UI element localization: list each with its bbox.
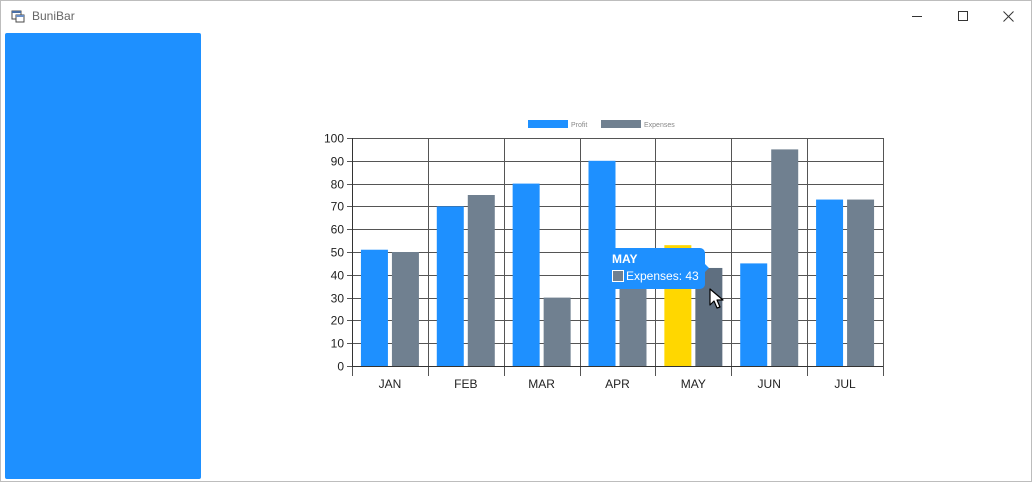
x-tick-label: JAN [379, 377, 402, 391]
legend-swatch-profit[interactable] [528, 120, 568, 128]
bar-profit-feb[interactable] [436, 206, 464, 366]
tooltip-title: MAY [612, 252, 638, 266]
bar-expenses-feb[interactable] [467, 195, 495, 366]
y-axis-ticks: 0 10 20 30 40 50 60 70 80 90 100 [324, 132, 352, 374]
tooltip-swatch [612, 270, 624, 282]
y-tick-label: 40 [331, 269, 345, 283]
y-tick-label: 100 [324, 132, 344, 146]
legend-swatch-expenses[interactable] [601, 120, 641, 128]
y-tick-label: 30 [331, 292, 345, 306]
tooltip-text: Expenses: 43 [626, 269, 699, 283]
y-tick-label: 0 [337, 360, 344, 374]
bar-profit-mar[interactable] [512, 183, 540, 366]
bar-expenses-jun[interactable] [771, 149, 799, 366]
y-tick-label: 50 [331, 246, 345, 260]
y-tick-label: 90 [331, 155, 345, 169]
x-tick-label: MAR [528, 377, 555, 391]
legend-label-profit[interactable]: Profit [571, 122, 587, 129]
bar-expenses-jan[interactable] [391, 252, 419, 366]
bar-chart: Profit Expenses 0 10 20 30 40 50 60 70 80 90 100 JA… [324, 120, 884, 391]
x-tick-label: APR [605, 377, 630, 391]
x-tick-label: JUL [834, 377, 856, 391]
bar-expenses-mar[interactable] [543, 297, 571, 366]
x-tick-label: JUN [758, 377, 781, 391]
y-tick-label: 60 [331, 223, 345, 237]
x-tick-label: MAY [681, 377, 706, 391]
bar-profit-jul[interactable] [816, 199, 844, 366]
y-tick-label: 80 [331, 178, 345, 192]
chart-tooltip: MAY Expenses: 43 [607, 248, 709, 289]
y-tick-label: 20 [331, 314, 345, 328]
mouse-pointer-icon [709, 288, 724, 309]
x-tick-label: FEB [454, 377, 477, 391]
bar-profit-jun[interactable] [740, 263, 768, 366]
y-tick-label: 70 [331, 200, 345, 214]
tooltip-caret [703, 262, 709, 274]
bar-expenses-jul[interactable] [847, 199, 875, 366]
legend-label-expenses[interactable]: Expenses [644, 122, 675, 129]
y-tick-label: 10 [331, 337, 345, 351]
x-axis-ticks: JAN FEB MAR APR MAY JUN JUL [379, 377, 856, 391]
bar-profit-jan[interactable] [360, 249, 388, 366]
chart-legend: Profit Expenses [528, 120, 675, 129]
